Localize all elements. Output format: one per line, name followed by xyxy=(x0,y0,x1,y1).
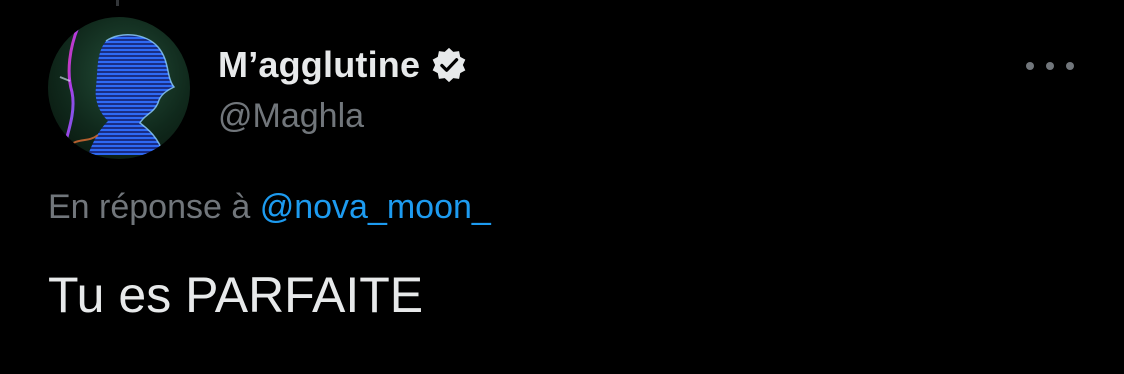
thread-connector-line xyxy=(116,0,119,6)
author-name-row: M’agglutine xyxy=(218,41,468,89)
more-options-icon[interactable] xyxy=(1026,52,1074,80)
more-dot xyxy=(1026,62,1034,70)
reply-context: En réponse à @nova_moon_ xyxy=(48,188,491,227)
author-handle[interactable]: @Maghla xyxy=(218,97,364,136)
author-display-name[interactable]: M’agglutine xyxy=(218,44,420,86)
reply-to-handle-link[interactable]: @nova_moon_ xyxy=(260,188,491,226)
verified-badge-icon xyxy=(430,46,468,84)
tweet-text: Tu es PARFAITE xyxy=(48,267,424,323)
tweet-card: M’agglutine @Maghla En réponse à @nova_m… xyxy=(0,0,1124,374)
more-dot xyxy=(1066,62,1074,70)
profile-avatar[interactable] xyxy=(48,17,190,159)
more-dot xyxy=(1046,62,1054,70)
reply-prefix-text: En réponse à xyxy=(48,188,260,226)
